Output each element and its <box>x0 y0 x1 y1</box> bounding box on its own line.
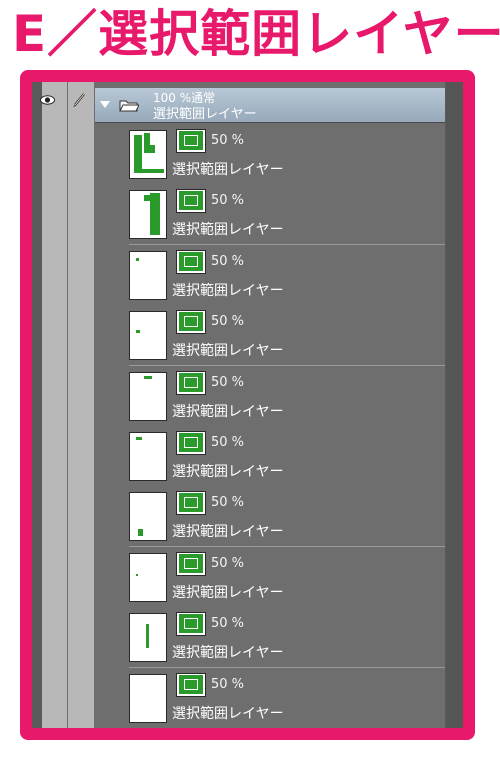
expand-caret-icon[interactable] <box>100 101 110 108</box>
selection-layer-icon <box>176 310 206 335</box>
selection-mark <box>138 529 143 537</box>
layer-opacity: 50 % <box>211 495 245 511</box>
layer-row[interactable]: 50 % 選択範囲レイヤー <box>129 124 445 185</box>
layer-row[interactable]: 50 % 選択範囲レイヤー <box>129 486 445 548</box>
layer-opacity: 50 % <box>211 676 245 692</box>
layer-thumbnail <box>129 613 167 663</box>
layer-name: 選択範囲レイヤー <box>172 162 284 178</box>
layer-opacity: 50 % <box>211 555 245 571</box>
layer-opacity: 50 % <box>211 616 245 632</box>
layer-opacity: 50 % <box>211 435 245 450</box>
selection-layer-icon <box>176 551 206 576</box>
selection-layer-icon <box>176 189 206 214</box>
page-title: E／選択範囲レイヤー <box>12 5 500 63</box>
selection-mark <box>152 221 160 234</box>
selection-mark <box>136 330 140 334</box>
layer-name: 選択範囲レイヤー <box>172 343 284 360</box>
layer-thumbnail <box>129 311 167 361</box>
layer-row[interactable]: 50 % 選択範囲レイヤー <box>129 184 445 246</box>
layer-name: 選択範囲レイヤー <box>172 403 284 420</box>
layer-row[interactable]: 50 % 選択範囲レイヤー <box>129 667 445 728</box>
selection-mark <box>134 169 164 173</box>
selection-mark <box>144 195 150 202</box>
layer-opacity: 50 % <box>211 253 245 269</box>
layer-thumbnail <box>129 371 167 421</box>
selection-layer-icon <box>176 249 206 274</box>
scrollbar[interactable] <box>446 82 463 728</box>
layer-opacity: 50 % <box>211 374 245 390</box>
selection-mark <box>150 145 155 153</box>
layer-name: 選択範囲レイヤー <box>172 222 284 239</box>
layer-thumbnail <box>129 130 167 179</box>
selection-mark <box>144 375 152 379</box>
selection-layer-icon <box>176 491 206 516</box>
layer-name: 選択範囲レイヤー <box>172 645 284 662</box>
selection-mark <box>146 624 149 649</box>
layer-row[interactable]: 50 % 選択範囲レイヤー <box>129 305 445 367</box>
selection-mark <box>136 437 142 440</box>
layer-thumbnail <box>129 432 167 481</box>
selection-layer-icon <box>176 431 206 455</box>
layer-name: 選択範囲レイヤー <box>172 464 284 480</box>
folder-icon <box>119 100 139 112</box>
layer-thumbnail <box>129 190 167 240</box>
layer-name: 選択範囲レイヤー <box>172 524 284 541</box>
selection-layer-icon <box>176 672 206 697</box>
layer-opacity: 50 % <box>211 193 245 209</box>
eye-icon[interactable] <box>40 95 55 105</box>
selection-layer-icon <box>176 129 206 153</box>
layer-row[interactable]: 50 % 選択範囲レイヤー <box>129 426 445 487</box>
layer-row[interactable]: 50 % 選択範囲レイヤー <box>129 244 445 306</box>
selection-layer-icon <box>176 370 206 395</box>
layer-list: 100 %通常 選択範囲レイヤー 50 % 選択範囲レイヤー 50 % 選択範囲レイヤ… <box>95 82 445 728</box>
layer-row[interactable]: 50 % 選択範囲レイヤー <box>129 546 445 608</box>
layer-thumbnail <box>129 250 167 300</box>
layer-name: 選択範囲レイヤー <box>172 705 284 722</box>
layer-name: 選択範囲レイヤー <box>172 282 284 299</box>
layer-row[interactable]: 50 % 選択範囲レイヤー <box>129 365 445 427</box>
selection-mark <box>134 135 142 171</box>
layer-thumbnail <box>129 552 167 602</box>
visibility-column <box>42 82 68 728</box>
layer-thumbnail <box>129 673 167 723</box>
layer-name: 選択範囲レイヤー <box>172 584 284 601</box>
layer-opacity: 50 % <box>211 133 245 148</box>
edit-lock-column <box>68 82 95 728</box>
layer-row[interactable]: 50 % 選択範囲レイヤー <box>129 607 445 669</box>
layer-folder-row[interactable]: 100 %通常 選択範囲レイヤー <box>95 88 445 123</box>
selection-layer-icon <box>176 612 206 637</box>
selection-mark <box>136 257 139 261</box>
pen-icon[interactable] <box>72 92 86 108</box>
layer-panel: 100 %通常 選択範囲レイヤー 50 % 選択範囲レイヤー 50 % 選択範囲レイヤ… <box>32 82 463 728</box>
layer-opacity: 50 % <box>211 314 245 330</box>
folder-name: 選択範囲レイヤー <box>153 107 257 122</box>
selection-mark <box>136 573 138 576</box>
layer-thumbnail <box>129 492 167 542</box>
